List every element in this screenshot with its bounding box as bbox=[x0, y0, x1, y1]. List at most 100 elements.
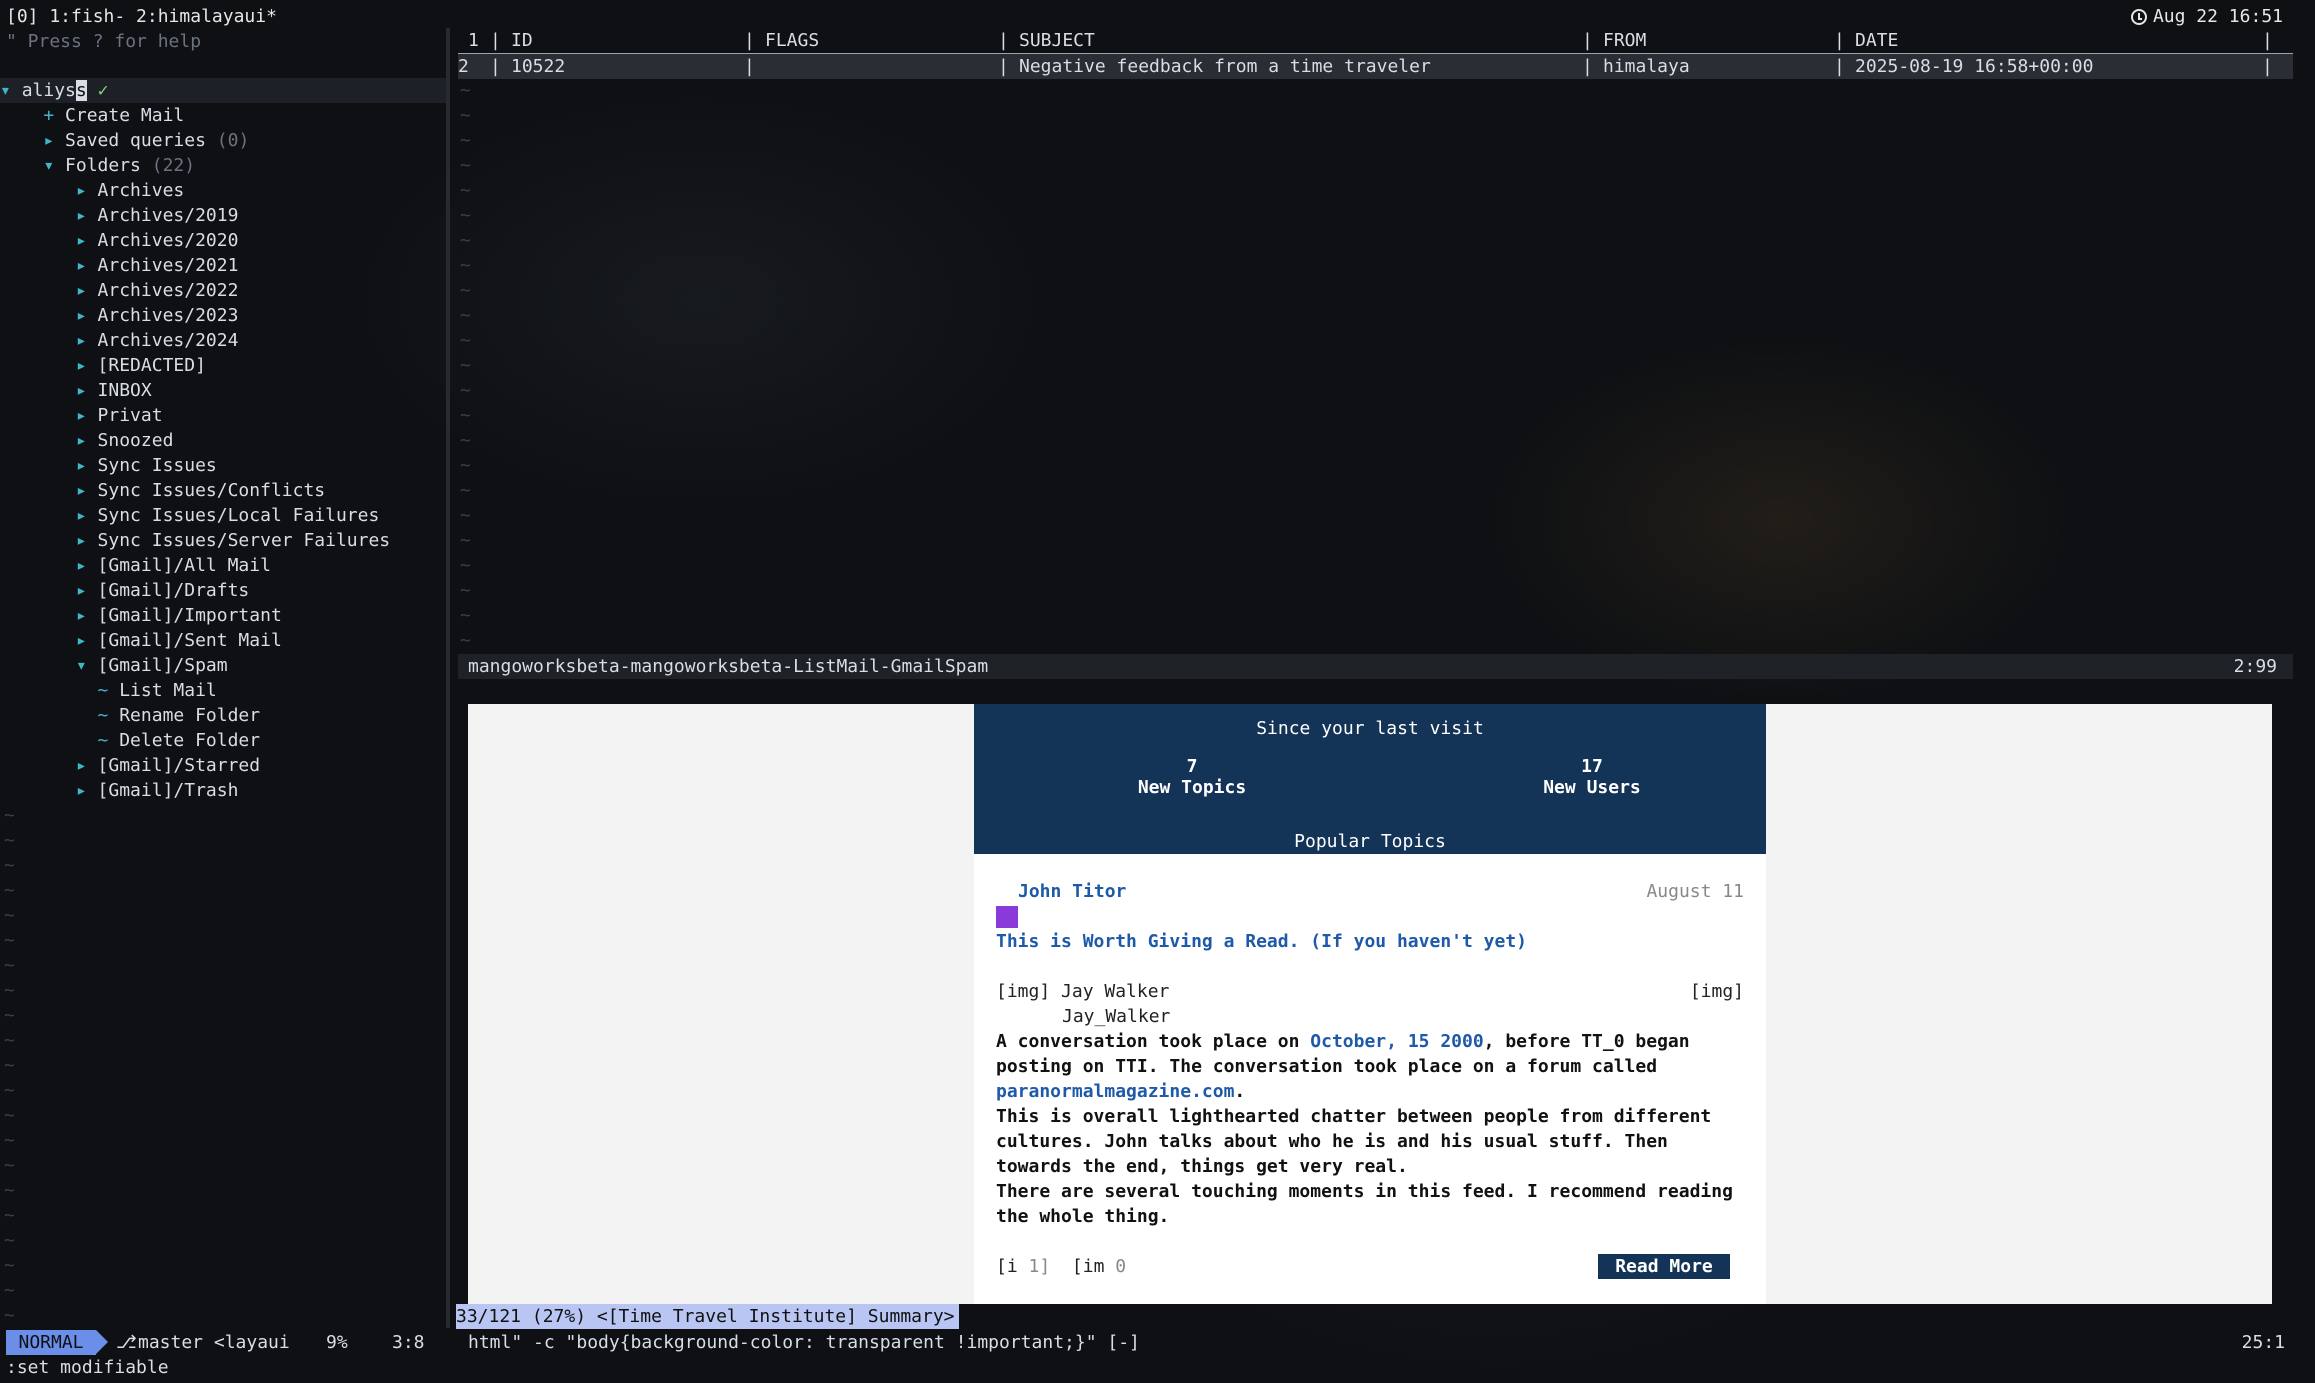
empty-line-marker: ~ bbox=[4, 1130, 15, 1151]
col-id[interactable]: ID bbox=[511, 28, 533, 53]
chevron-right-icon: ▸ bbox=[0, 305, 98, 326]
empty-line-marker: ~ bbox=[460, 180, 471, 201]
folder-item[interactable]: ▸ [Gmail]/Important bbox=[0, 603, 446, 628]
cursor-location: 3:8 bbox=[392, 1332, 425, 1353]
folder-item[interactable]: ▸ Privat bbox=[0, 403, 446, 428]
empty-line-marker: ~ bbox=[460, 430, 471, 451]
pager-status: 33/121 (27%) <[Time Travel Institute] Su… bbox=[456, 1304, 959, 1329]
col-flags[interactable]: FLAGS bbox=[765, 28, 819, 53]
folders-item[interactable]: ▾ Folders (22) bbox=[0, 153, 446, 178]
empty-line-marker: ~ bbox=[4, 855, 15, 876]
empty-line-marker: ~ bbox=[460, 380, 471, 401]
chevron-down-icon: ▾ bbox=[0, 655, 98, 676]
empty-line-marker: ~ bbox=[460, 555, 471, 576]
avatar bbox=[996, 906, 1018, 928]
command-line[interactable]: :set modifiable bbox=[6, 1355, 169, 1380]
body-line-2: posting on TTI. The conversation took pl… bbox=[996, 1056, 1658, 1077]
empty-line-marker: ~ bbox=[460, 305, 471, 326]
folder-item[interactable]: ▸ Archives/2019 bbox=[0, 203, 446, 228]
col-subject[interactable]: SUBJECT bbox=[1019, 28, 1095, 53]
git-branch: master <layaui bbox=[138, 1332, 290, 1353]
body-line-8: the whole thing. bbox=[996, 1206, 1170, 1227]
empty-line-marker: ~ bbox=[460, 155, 471, 176]
folder-action[interactable]: ~ List Mail bbox=[0, 678, 446, 703]
folder-item[interactable]: ▸ Archives/2022 bbox=[0, 278, 446, 303]
account-row[interactable]: ▾ aliyss ✓ bbox=[0, 78, 446, 103]
username: Jay_Walker bbox=[1062, 1006, 1171, 1027]
help-hint: " Press ? for help bbox=[6, 31, 202, 52]
chevron-down-icon: ▾ bbox=[0, 155, 66, 176]
date-link[interactable]: October, 15 2000 bbox=[1310, 1031, 1483, 1052]
author-link[interactable]: John Titor bbox=[1018, 879, 1126, 904]
body-line-4: This is overall lighthearted chatter bet… bbox=[996, 1106, 1712, 1127]
folder-action[interactable]: ~ Delete Folder bbox=[0, 728, 446, 753]
empty-line-marker: ~ bbox=[460, 330, 471, 351]
folder-item[interactable]: ▸ [Gmail]/Sent Mail bbox=[0, 628, 446, 653]
folder-item[interactable]: ▸ Archives/2024 bbox=[0, 328, 446, 353]
command-tail: html" -c "body{background-color: transpa… bbox=[468, 1332, 1140, 1353]
folder-item[interactable]: ▸ Snoozed bbox=[0, 428, 446, 453]
pane-divider[interactable] bbox=[446, 28, 450, 1328]
forum-link[interactable]: paranormalmagazine.com bbox=[996, 1081, 1234, 1102]
folder-item[interactable]: ▸ Archives bbox=[0, 178, 446, 203]
plus-icon: + bbox=[0, 105, 66, 126]
check-icon: ✓ bbox=[97, 80, 109, 101]
chevron-right-icon: ▸ bbox=[0, 605, 98, 626]
post-title-link[interactable]: This is Worth Giving a Read. (If you hav… bbox=[996, 929, 1527, 954]
empty-line-marker: ~ bbox=[460, 530, 471, 551]
folder-item[interactable]: ▸ Archives/2021 bbox=[0, 253, 446, 278]
empty-line-marker: ~ bbox=[460, 130, 471, 151]
stat-new-topics: 7 New Topics bbox=[1137, 756, 1247, 798]
empty-line-marker: ~ bbox=[4, 955, 15, 976]
empty-line-marker: ~ bbox=[4, 1255, 15, 1276]
folder-item[interactable]: ▸ [Gmail]/All Mail bbox=[0, 553, 446, 578]
empty-line-marker: ~ bbox=[4, 1155, 15, 1176]
col-date[interactable]: DATE bbox=[1855, 28, 1898, 53]
empty-line-marker: ~ bbox=[4, 930, 15, 951]
empty-line-marker: ~ bbox=[4, 1230, 15, 1251]
folder-action[interactable]: ~ Rename Folder bbox=[0, 703, 446, 728]
folder-item[interactable]: ▸ [Gmail]/Starred bbox=[0, 753, 446, 778]
folder-item[interactable]: ▸ Sync Issues/Server Failures bbox=[0, 528, 446, 553]
git-branch-icon: ⎇ bbox=[116, 1332, 137, 1353]
scroll-percent: 9% bbox=[326, 1332, 348, 1353]
create-mail-item[interactable]: + Create Mail bbox=[0, 103, 446, 128]
folder-item[interactable]: ▸ [REDACTED] bbox=[0, 353, 446, 378]
tmux-window-list[interactable]: [0] 1:fish- 2:himalayaui* bbox=[6, 4, 277, 29]
col-from[interactable]: FROM bbox=[1603, 28, 1646, 53]
chevron-right-icon: ▸ bbox=[0, 530, 98, 551]
folder-item[interactable]: ▸ [Gmail]/Trash bbox=[0, 778, 446, 803]
chevron-right-icon: ▸ bbox=[0, 205, 98, 226]
folder-item[interactable]: ▸ Sync Issues bbox=[0, 453, 446, 478]
empty-line-marker: ~ bbox=[4, 830, 15, 851]
chevron-right-icon: ▸ bbox=[0, 755, 98, 776]
empty-line-marker: ~ bbox=[460, 255, 471, 276]
popular-topics-heading: Popular Topics bbox=[1294, 831, 1446, 852]
folder-item[interactable]: ▸ Archives/2023 bbox=[0, 303, 446, 328]
buffer-title-bar: mangoworksbeta-mangoworksbeta-ListMail-G… bbox=[458, 654, 2293, 679]
folder-item[interactable]: ▸ Sync Issues/Local Failures bbox=[0, 503, 446, 528]
mail-row[interactable]: 2 | 10522 | | Negative feedback from a t… bbox=[458, 54, 2293, 79]
folder-item[interactable]: ▾ [Gmail]/Spam bbox=[0, 653, 446, 678]
empty-line-marker: ~ bbox=[4, 1055, 15, 1076]
chevron-right-icon: ▸ bbox=[0, 255, 98, 276]
empty-line-marker: ~ bbox=[4, 1205, 15, 1226]
chevron-right-icon: ▸ bbox=[0, 230, 98, 251]
saved-queries-item[interactable]: ▸ Saved queries (0) bbox=[0, 128, 446, 153]
folder-item[interactable]: ▸ INBOX bbox=[0, 378, 446, 403]
empty-line-marker: ~ bbox=[4, 880, 15, 901]
empty-line-marker: ~ bbox=[4, 980, 15, 1001]
folder-item[interactable]: ▸ [Gmail]/Drafts bbox=[0, 578, 446, 603]
folder-item[interactable]: ▸ Archives/2020 bbox=[0, 228, 446, 253]
mail-subject: Negative feedback from a time traveler bbox=[1019, 56, 1431, 77]
statusline: NORMAL ⎇ master <layaui 9% 3:8 html" -c … bbox=[0, 1330, 2315, 1355]
chevron-right-icon: ▸ bbox=[0, 130, 66, 151]
clock: Aug 22 16:51 bbox=[2130, 4, 2283, 29]
body-line-5: cultures. John talks about who he is and… bbox=[996, 1131, 1668, 1152]
tilde-icon: ~ bbox=[0, 730, 120, 751]
chevron-right-icon: ▸ bbox=[0, 555, 98, 576]
image-placeholder-right: [img] bbox=[1689, 981, 1744, 1002]
hero-banner: Since your last visit 7 New Topics 17 Ne… bbox=[974, 704, 1766, 854]
read-more-button[interactable]: Read More bbox=[1598, 1254, 1730, 1279]
folder-item[interactable]: ▸ Sync Issues/Conflicts bbox=[0, 478, 446, 503]
